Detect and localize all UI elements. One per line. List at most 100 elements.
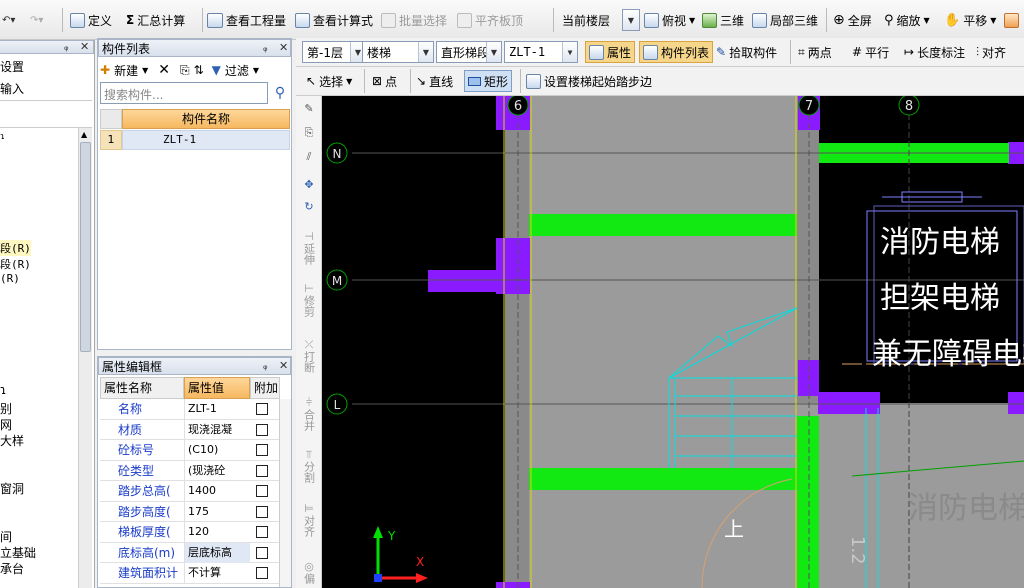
scroll-thumb[interactable]: [80, 142, 91, 352]
property-row[interactable]: 材质 现浇混凝: [100, 419, 280, 440]
align-tool-button[interactable]: ⊨ 对齐: [299, 502, 319, 537]
property-value[interactable]: 120: [184, 522, 250, 542]
component-list-button[interactable]: 构件列表: [639, 41, 714, 63]
property-row[interactable]: 踏步高度(175: [100, 501, 280, 522]
extend-button[interactable]: ⊣ 延伸: [299, 230, 319, 265]
rect-button[interactable]: 矩形: [464, 70, 513, 92]
property-value[interactable]: 现浇混凝: [184, 419, 250, 440]
property-value[interactable]: 不计算: [184, 563, 250, 583]
new-button[interactable]: 新建: [114, 62, 138, 79]
more-button[interactable]: [1004, 9, 1019, 31]
view-formula-button[interactable]: 查看计算式: [295, 9, 373, 31]
sort-icon[interactable]: ⇅: [194, 63, 204, 77]
component-select[interactable]: ZLT-1 ▼: [504, 41, 578, 63]
property-append-checkbox[interactable]: [256, 526, 268, 538]
nav-item-stair-flight[interactable]: 段(R): [0, 240, 31, 256]
search-icon[interactable]: ⚲: [270, 83, 290, 103]
property-append-checkbox[interactable]: [256, 505, 268, 518]
align-button[interactable]: ⫶ 对齐: [976, 41, 1006, 63]
3d-view-button[interactable]: 三维: [702, 9, 744, 31]
property-row[interactable]: 砼标号 (C10): [100, 440, 280, 461]
property-value[interactable]: ZLT-1: [184, 399, 250, 419]
length-dimension-button[interactable]: ↦ 长度标注: [904, 41, 965, 63]
two-points-button[interactable]: ⌗ 两点: [798, 41, 832, 63]
property-value[interactable]: 175: [184, 501, 250, 522]
search-input[interactable]: 搜索构件...: [100, 82, 268, 104]
property-row[interactable]: 建筑面积计 不计算: [100, 563, 280, 584]
nav-item-10[interactable]: 窗洞: [0, 480, 24, 497]
delete-icon[interactable]: ✕: [158, 62, 170, 78]
move-icon[interactable]: ✥: [299, 178, 319, 191]
property-row[interactable]: 踏步总高(1400: [100, 481, 280, 502]
nav-item-6[interactable]: ɿ: [0, 383, 6, 397]
properties-button[interactable]: 属性: [585, 41, 636, 63]
copy-icon[interactable]: ⎘: [299, 126, 319, 139]
select-button[interactable]: ↖ 选择 ▼: [306, 70, 352, 92]
property-scrollbar[interactable]: [279, 399, 291, 587]
property-append-checkbox[interactable]: [256, 464, 268, 477]
align-slab-top-button[interactable]: 平齐板顶: [457, 9, 523, 31]
property-append-checkbox[interactable]: [256, 567, 268, 579]
define-button[interactable]: 定义: [70, 9, 112, 31]
view-quantity-button[interactable]: 查看工程量: [207, 9, 286, 31]
zoom-button[interactable]: ⚲ 缩放 ▼: [884, 9, 930, 31]
close-icon[interactable]: ✕: [279, 359, 288, 372]
pick-component-button[interactable]: ✎ 拾取构件: [716, 41, 777, 63]
filter-button[interactable]: 过滤: [225, 62, 249, 79]
point-button[interactable]: ⊠ 点: [372, 70, 397, 92]
cad-drawing[interactable]: 6 7 8 N M L 消防电梯 担架电梯 兼无障碍电梯 消防电梯 上 1.2 …: [322, 96, 1024, 588]
pin-icon[interactable]: ᵩ: [263, 41, 268, 54]
nav-item-settings[interactable]: 设置: [0, 58, 24, 75]
property-append-checkbox[interactable]: [256, 546, 268, 559]
summary-button[interactable]: Σ 汇总计算: [126, 9, 185, 31]
nav-item-input[interactable]: 输入: [0, 80, 24, 97]
property-value[interactable]: (现浇砼: [184, 460, 250, 481]
current-floor-button[interactable]: 当前楼层: [562, 9, 610, 31]
subtype-select[interactable]: 直形梯段 ▼: [436, 41, 502, 63]
copy-icon[interactable]: ⎘: [180, 63, 190, 78]
property-value[interactable]: 层底标高: [184, 542, 250, 563]
brush-icon[interactable]: ✎: [299, 102, 319, 115]
line-button[interactable]: ↘ 直线: [416, 70, 453, 92]
drawing-canvas[interactable]: 6 7 8 N M L 消防电梯 担架电梯 兼无障碍电梯 消防电梯 上 1.2 …: [322, 96, 1024, 588]
nav-item-13[interactable]: 承台: [0, 560, 24, 577]
merge-button[interactable]: ⫩ 合并: [299, 396, 319, 431]
property-row[interactable]: 梯板厚度(120: [100, 522, 280, 543]
property-row[interactable]: 砼类型 (现浇砼: [100, 460, 280, 481]
nav-item-12[interactable]: 立基础: [0, 544, 36, 561]
floor-dropdown[interactable]: ▼: [622, 9, 640, 31]
category-select[interactable]: 楼梯 ▼: [362, 41, 434, 63]
property-row[interactable]: 底标高(m) 层底标高: [100, 542, 280, 563]
nav-item-stair-landing[interactable]: (R): [0, 272, 20, 285]
close-icon[interactable]: ✕: [80, 40, 89, 53]
table-row[interactable]: 1 ZLT-1: [100, 130, 290, 150]
property-value[interactable]: (C10): [184, 440, 250, 460]
property-append-checkbox[interactable]: [256, 403, 268, 415]
property-append-checkbox[interactable]: [256, 423, 268, 436]
batch-select-button[interactable]: 批量选择: [381, 9, 447, 31]
redo-button[interactable]: ↷▾: [30, 9, 43, 31]
property-row[interactable]: 名称 ZLT-1: [100, 399, 280, 420]
break-button[interactable]: ⤫ 打断: [299, 338, 319, 373]
trim-button[interactable]: ⊢ 修剪: [299, 282, 319, 317]
close-icon[interactable]: ✕: [279, 41, 288, 54]
partial-3d-button[interactable]: 局部三维: [752, 9, 818, 31]
floor-select[interactable]: 第-1层 ▼: [302, 41, 366, 63]
pin-icon[interactable]: ᵩ: [263, 359, 268, 372]
nav-item-stair-flight-2[interactable]: 段(R): [0, 256, 31, 272]
nav-item-9[interactable]: 大样: [0, 432, 24, 449]
property-append-checkbox[interactable]: [256, 485, 268, 497]
property-append-checkbox[interactable]: [256, 444, 268, 456]
column-header-name[interactable]: 构件名称: [122, 109, 290, 129]
scroll-up-icon[interactable]: ▲: [81, 130, 87, 139]
top-view-button[interactable]: 俯视 ▼: [644, 9, 695, 31]
nav-item-7[interactable]: 别: [0, 400, 12, 417]
nav-item-11[interactable]: 间: [0, 528, 12, 545]
full-screen-button[interactable]: ⊕ 全屏: [833, 9, 872, 31]
parallel-button[interactable]: # 平行: [852, 41, 889, 63]
offset-button[interactable]: ◎ 偏: [299, 560, 319, 584]
pin-icon[interactable]: ᵩ: [64, 40, 69, 53]
nav-scrollbar[interactable]: ▲: [78, 128, 92, 588]
component-name-cell[interactable]: ZLT-1: [122, 130, 290, 150]
set-stair-start-button[interactable]: 设置楼梯起始踏步边: [526, 70, 652, 92]
